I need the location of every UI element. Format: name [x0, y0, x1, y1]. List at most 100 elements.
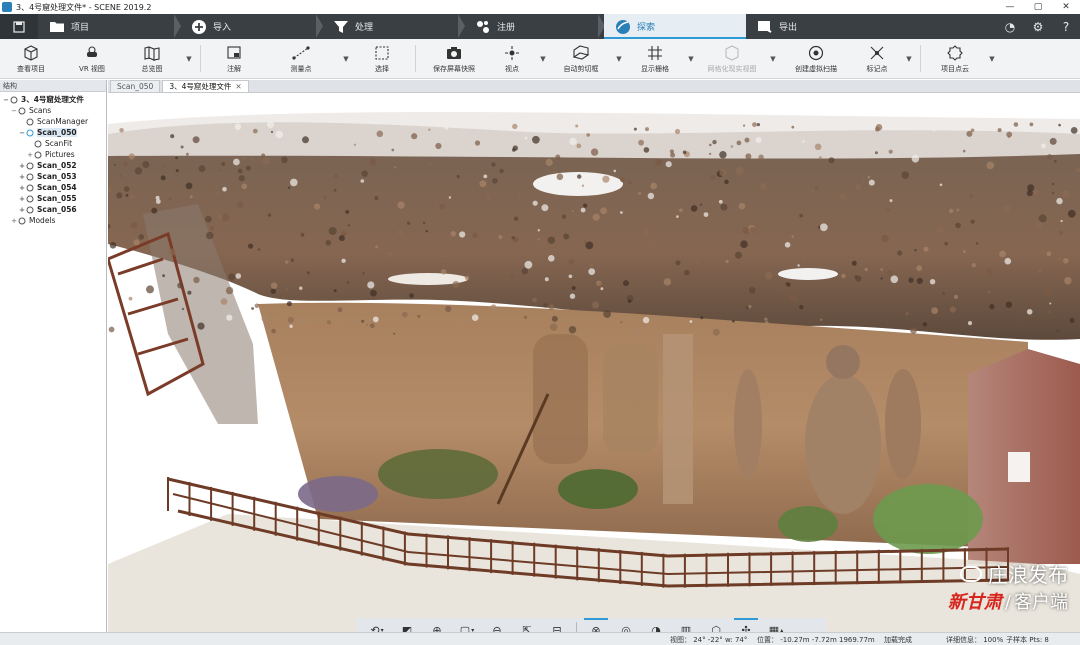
- create-virtual-scan-button[interactable]: 创建虚拟扫描: [780, 39, 852, 78]
- expand-icon[interactable]: +: [26, 151, 34, 159]
- pictures-icon: [34, 151, 42, 159]
- project-pointcloud-dropdown[interactable]: ▼: [985, 39, 999, 78]
- grid-display-icon[interactable]: ▦ ▴: [761, 620, 791, 633]
- close-tab-icon[interactable]: ✕: [235, 82, 241, 91]
- point-speck: [1029, 122, 1034, 127]
- point-speck: [490, 304, 497, 311]
- projection-cube-icon[interactable]: ▢ ▾: [452, 620, 482, 633]
- help-icon[interactable]: ?: [1052, 14, 1080, 39]
- tree-item[interactable]: ScanFit: [0, 138, 106, 149]
- tree-item[interactable]: + Scan_056: [0, 204, 106, 215]
- point-speck: [576, 143, 582, 149]
- point-speck: [620, 320, 623, 324]
- point-speck: [914, 249, 917, 252]
- vr-view-button[interactable]: VR 视图: [62, 39, 122, 78]
- tree-item[interactable]: + Scan_052: [0, 160, 106, 171]
- point-speck: [267, 121, 274, 129]
- tree-item[interactable]: + Scan_054: [0, 182, 106, 193]
- grid-dropdown[interactable]: ▼: [684, 39, 698, 78]
- overview-map-button[interactable]: 总览图: [122, 39, 182, 78]
- tree-item[interactable]: − 3、4号窟处理文件: [0, 94, 106, 105]
- expand-icon[interactable]: +: [18, 184, 26, 192]
- measure-points-button[interactable]: 测量点: [263, 39, 339, 78]
- maximize-button[interactable]: ▢: [1024, 0, 1052, 14]
- save-button[interactable]: [0, 14, 38, 39]
- marker-button[interactable]: 标记点: [852, 39, 902, 78]
- point-speck: [250, 157, 255, 161]
- point-speck: [521, 267, 529, 275]
- viewpoint-dropdown[interactable]: ▼: [536, 39, 550, 78]
- models-icon: [18, 217, 26, 225]
- tree-item[interactable]: + Scan_053: [0, 171, 106, 182]
- annotation-button[interactable]: 注解: [205, 39, 263, 78]
- scene-app-icon: [2, 2, 12, 12]
- expand-icon[interactable]: +: [18, 206, 26, 214]
- close-button[interactable]: ✕: [1052, 0, 1080, 14]
- point-size-icon[interactable]: ⊗: [581, 618, 611, 632]
- point-speck: [271, 328, 276, 334]
- filter-icon[interactable]: ◎: [611, 620, 641, 633]
- auto-clipping-box-button[interactable]: 自动剪切框: [550, 39, 612, 78]
- view-front-icon[interactable]: ◩: [392, 620, 422, 633]
- tree-item[interactable]: − Scans: [0, 105, 106, 116]
- collapse-icon[interactable]: −: [18, 129, 26, 137]
- scan-icon: [26, 129, 34, 137]
- view-mode-icon[interactable]: ◔: [996, 14, 1024, 39]
- expand-icon[interactable]: +: [18, 195, 26, 203]
- slice-icon[interactable]: ◑: [641, 620, 671, 633]
- marker-dropdown[interactable]: ▼: [902, 39, 916, 78]
- orbit-navigation-icon[interactable]: ⟲ ▾: [362, 620, 392, 633]
- point-speck: [547, 236, 556, 244]
- viewpoint-button[interactable]: 视点: [488, 39, 536, 78]
- tab-import[interactable]: 导入: [180, 14, 323, 39]
- tab-project[interactable]: 项目: [38, 14, 181, 39]
- point-speck: [109, 242, 117, 249]
- point-speck: [435, 142, 442, 150]
- tree-item[interactable]: ScanManager: [0, 116, 106, 127]
- show-grid-button[interactable]: 显示栅格: [626, 39, 684, 78]
- settings-gear-icon[interactable]: ⚙: [1024, 14, 1052, 39]
- box-icon[interactable]: ⬡: [701, 620, 731, 633]
- collapse-icon[interactable]: −: [2, 96, 10, 104]
- fit-view-icon[interactable]: ✣: [731, 618, 761, 632]
- tab-process[interactable]: 处理: [322, 14, 465, 39]
- expand-icon[interactable]: +: [10, 217, 18, 225]
- clipping-plane-icon[interactable]: ⊟: [542, 620, 572, 633]
- zoom-icon[interactable]: ⊕: [422, 620, 452, 633]
- overview-map-dropdown[interactable]: ▼: [182, 39, 196, 78]
- project-pointcloud-button[interactable]: 项目点云: [925, 39, 985, 78]
- point-speck: [261, 153, 266, 158]
- point-speck: [248, 243, 254, 249]
- mesh-dropdown[interactable]: ▼: [766, 39, 780, 78]
- save-screenshot-button[interactable]: 保存屏幕快照: [420, 39, 488, 78]
- point-speck: [1056, 197, 1063, 205]
- doc-tab-project[interactable]: 3、4号窟处理文件 ✕: [162, 80, 249, 92]
- point-speck: [887, 270, 894, 276]
- doc-tab-scan050[interactable]: Scan_050: [110, 80, 161, 92]
- clipping-box-dropdown[interactable]: ▼: [612, 39, 626, 78]
- point-speck: [455, 323, 460, 328]
- point-speck: [916, 265, 923, 272]
- expand-icon[interactable]: +: [18, 173, 26, 181]
- collapse-icon[interactable]: −: [10, 107, 18, 115]
- point-cloud-viewport[interactable]: ⟲ ▾ ◩ ⊕ ▢ ▾ ⊖ ⇱ ⊟ ⊗ ◎ ◑ ▥ ⬡ ✣ ▦ ▴ 庄浪发布 新甘肃 /…: [108, 94, 1080, 632]
- tab-registration[interactable]: 注册: [464, 14, 605, 39]
- tree-item[interactable]: + Models: [0, 215, 106, 226]
- select-button[interactable]: 选择: [353, 39, 411, 78]
- status-position: 位置： -10.27m -7.72m 1969.77m: [757, 636, 875, 644]
- measure-points-dropdown[interactable]: ▼: [339, 39, 353, 78]
- tree-item[interactable]: + Pictures: [0, 149, 106, 160]
- tree-item[interactable]: + Scan_055: [0, 193, 106, 204]
- tree-item[interactable]: − Scan_050: [0, 127, 106, 138]
- section-icon[interactable]: ▥: [671, 620, 701, 633]
- point-cloud-render[interactable]: [108, 94, 1080, 632]
- minimize-button[interactable]: —: [996, 0, 1024, 14]
- walk-mode-icon[interactable]: ⇱: [512, 620, 542, 633]
- expand-icon[interactable]: +: [18, 162, 26, 170]
- rotate-view-icon[interactable]: ⊖: [482, 620, 512, 633]
- mesh-reality-view-button[interactable]: 网格化现实视图: [698, 39, 766, 78]
- tab-export[interactable]: 导出: [746, 14, 876, 39]
- point-speck: [781, 284, 789, 292]
- view-project-button[interactable]: 查看项目: [0, 39, 62, 78]
- tab-explore[interactable]: 探索: [604, 14, 746, 39]
